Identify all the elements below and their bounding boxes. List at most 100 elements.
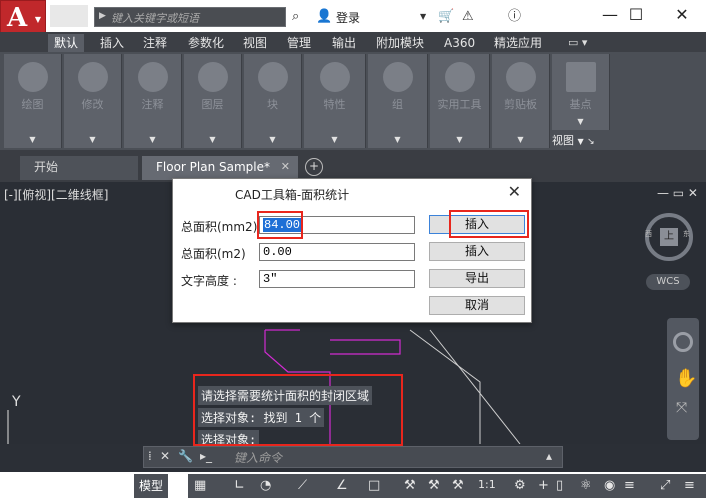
ribbon-group-basepoint[interactable]: 基点 ▼ [552, 54, 610, 130]
tab-a360[interactable]: A360 [438, 34, 481, 52]
customization-icon[interactable]: ≡ [624, 478, 635, 493]
text-height-field[interactable]: 3" [259, 270, 415, 288]
ortho-icon[interactable]: ∟ [234, 478, 245, 493]
tab-insert[interactable]: 插入 [94, 34, 130, 52]
tab-manage[interactable]: 管理 [281, 34, 317, 52]
wrench-icon[interactable]: 🔧 [178, 449, 193, 463]
close-icon[interactable]: ✕ [160, 449, 170, 463]
hardware-acceleration-icon[interactable]: ⚛ [580, 478, 592, 493]
annotation-scale-icon[interactable]: ⚒ [452, 478, 464, 493]
quick-access-toolbar[interactable] [50, 5, 88, 27]
file-tab-start[interactable]: 开始 [20, 156, 138, 180]
highlight-box-command [193, 374, 403, 446]
steering-wheel-icon[interactable] [673, 332, 693, 352]
tab-parametric[interactable]: 参数化 [182, 34, 230, 52]
group-label: 修改 [81, 98, 104, 111]
help-icon[interactable]: ⓘ [508, 7, 521, 27]
isolate-objects-icon[interactable]: ▯ [556, 478, 563, 493]
viewcube[interactable]: 上 西 东 [645, 213, 693, 261]
clean-screen-icon[interactable]: ◉ [604, 478, 615, 493]
menu-icon[interactable]: ≡ [684, 478, 695, 493]
application-menu-button[interactable]: A ▼ [0, 0, 46, 36]
maximize-button[interactable]: ☐ [616, 3, 656, 27]
isodraft-icon[interactable]: ⟋ [298, 478, 307, 493]
wcs-menu[interactable]: WCS [646, 274, 690, 290]
insert-m2-button[interactable]: 插入 [429, 242, 525, 261]
group-label: 注释 [141, 98, 164, 111]
total-area-m2-value: 0.00 [263, 245, 292, 259]
tab-annotate[interactable]: 注释 [137, 34, 173, 52]
tab-output[interactable]: 输出 [326, 34, 362, 52]
cart-icon[interactable]: 🛒 [438, 7, 454, 27]
ribbon-group-groups[interactable]: 组 ▼ [368, 54, 428, 148]
view-panel-footer[interactable]: 视图 ▼ ↘ [552, 132, 610, 148]
gear-icon[interactable]: ⚙ [514, 478, 526, 493]
viewport-label[interactable]: [-][俯视][二维线框] [4, 186, 108, 203]
group-label: 剪贴板 [504, 98, 537, 111]
total-area-m2-label: 总面积(m2) [181, 247, 246, 261]
ribbon-group-block[interactable]: 块 ▼ [244, 54, 302, 148]
pan-hand-icon[interactable]: ✋ [675, 368, 697, 389]
viewcube-east-label: 东 [683, 230, 690, 238]
tab-featured-apps[interactable]: 精选应用 [488, 34, 548, 52]
highlight-box-value [257, 211, 303, 239]
panel-launcher-icon: ↘ [587, 137, 595, 147]
calculator-icon [444, 62, 475, 92]
ribbon-tab-bar: 默认 插入 注释 参数化 视图 管理 输出 附加模块 A360 精选应用 ▭ ▾ [0, 32, 706, 52]
total-area-mm2-label: 总面积(mm2) [181, 220, 258, 234]
layers-icon [197, 62, 228, 92]
highlight-box-insert [449, 210, 529, 238]
chevron-down-icon: ▼ [331, 135, 338, 144]
annotation-visibility-icon[interactable]: ⚒ [404, 478, 416, 493]
ribbon-group-utilities[interactable]: 实用工具 ▼ [430, 54, 490, 148]
close-icon[interactable]: ✕ [281, 156, 290, 178]
command-line[interactable]: ⁞ ✕ 🔧 ▸_ 键入命令 ▴ [143, 446, 563, 468]
tab-addins[interactable]: 附加模块 [370, 34, 430, 52]
ribbon-group-annotate[interactable]: 注释 ▼ [124, 54, 182, 148]
plus-icon[interactable]: + [538, 478, 549, 493]
chevron-down-icon[interactable]: ▼ [420, 7, 426, 27]
command-prompt-icon[interactable]: ▸_ [200, 449, 212, 463]
viewcube-top-face[interactable]: 上 [660, 228, 678, 246]
model-tab-button[interactable]: 模型 [134, 474, 169, 498]
search-input[interactable]: ▶ 键入关键字或短语 [94, 7, 286, 27]
ribbon-group-draw[interactable]: 绘图 ▼ [4, 54, 62, 148]
file-tab-label: 开始 [34, 160, 59, 174]
ribbon-options-icon[interactable]: ▭ ▾ [568, 36, 587, 49]
text-icon [137, 62, 168, 92]
ribbon-group-properties[interactable]: 特性 ▼ [304, 54, 366, 148]
navigation-bar[interactable]: ✋ ⤧ [667, 318, 699, 440]
fullscreen-icon[interactable]: ⤢ [660, 478, 670, 493]
tab-default[interactable]: 默认 [48, 34, 85, 52]
command-input[interactable]: 键入命令 [234, 449, 282, 466]
new-tab-button[interactable]: + [305, 158, 323, 176]
snap-icon[interactable]: □ [368, 478, 380, 493]
group-label: 绘图 [21, 98, 44, 111]
scale-label[interactable]: 1:1 [478, 478, 496, 491]
export-button[interactable]: 导出 [429, 269, 525, 288]
ucs-y-label: Y [12, 394, 21, 410]
close-window-button[interactable]: ✕ [662, 3, 702, 27]
folder-icon [565, 62, 596, 92]
close-icon[interactable]: ✕ [508, 182, 521, 201]
viewport-window-controls[interactable]: — ▭ ✕ [657, 186, 698, 200]
grid-icon[interactable]: ▦ [194, 478, 206, 493]
total-area-m2-field[interactable]: 0.00 [259, 243, 415, 261]
autoscale-icon[interactable]: ⚒ [428, 478, 440, 493]
ribbon-group-layers[interactable]: 图层 ▼ [184, 54, 242, 148]
polar-tracking-icon[interactable]: ◔ [260, 478, 271, 493]
zoom-extents-icon[interactable]: ⤧ [676, 400, 687, 416]
ribbon-group-modify[interactable]: 修改 ▼ [64, 54, 122, 148]
binoculars-icon[interactable]: ⌕ [292, 7, 299, 27]
expand-arrow-icon: ▶ [99, 11, 106, 21]
file-tab-floor-plan[interactable]: Floor Plan Sample* ✕ [142, 156, 298, 180]
network-icon[interactable]: ⚠ [462, 7, 474, 27]
ribbon-group-clipboard[interactable]: 剪贴板 ▼ [492, 54, 550, 148]
tab-view[interactable]: 视图 [237, 34, 273, 52]
chevron-up-icon[interactable]: ▴ [546, 449, 552, 463]
cancel-button[interactable]: 取消 [429, 296, 525, 315]
login-link[interactable]: 登录 [336, 9, 360, 26]
block-icon [257, 62, 288, 92]
chevron-down-icon: ▼ [577, 137, 584, 146]
object-snap-icon[interactable]: ∠ [336, 478, 348, 493]
